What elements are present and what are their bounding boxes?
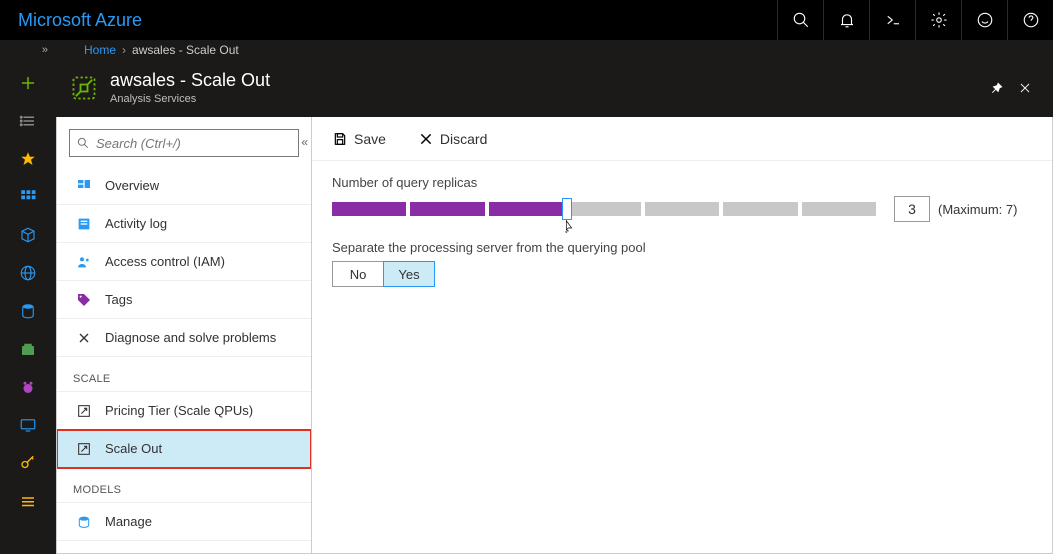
slider-segment bbox=[645, 202, 719, 216]
rail-favorites-icon[interactable] bbox=[0, 140, 56, 178]
save-label: Save bbox=[354, 131, 386, 147]
slider-segment bbox=[489, 202, 563, 216]
replicas-label: Number of query replicas bbox=[332, 175, 1032, 190]
menu-diagnose[interactable]: Diagnose and solve problems bbox=[57, 319, 311, 357]
rail-animal-icon[interactable] bbox=[0, 368, 56, 406]
scale-up-icon bbox=[73, 403, 95, 419]
breadcrumb-current: awsales - Scale Out bbox=[132, 43, 239, 57]
topbar-icons bbox=[777, 0, 1053, 40]
rail-add-icon[interactable] bbox=[0, 64, 56, 102]
command-bar: Save Discard bbox=[312, 117, 1052, 161]
menu-label: Activity log bbox=[105, 216, 167, 231]
help-icon[interactable] bbox=[1007, 0, 1053, 40]
cursor-icon bbox=[561, 216, 577, 236]
save-icon bbox=[332, 131, 348, 147]
gear-icon[interactable] bbox=[915, 0, 961, 40]
search-icon bbox=[76, 136, 90, 150]
scale-out-icon bbox=[73, 441, 95, 457]
menu-pricing-tier[interactable]: Pricing Tier (Scale QPUs) bbox=[57, 392, 311, 430]
menu-label: Manage bbox=[105, 514, 152, 529]
menu-access-control[interactable]: Access control (IAM) bbox=[57, 243, 311, 281]
blade-header: awsales - Scale Out Analysis Services bbox=[56, 60, 1053, 117]
rail-cube-icon[interactable] bbox=[0, 216, 56, 254]
slider-segment bbox=[802, 202, 876, 216]
breadcrumb: Home › awsales - Scale Out bbox=[56, 40, 1053, 60]
menu-label: Pricing Tier (Scale QPUs) bbox=[105, 403, 253, 418]
menu-label: Tags bbox=[105, 292, 132, 307]
sidebar-search[interactable] bbox=[69, 129, 299, 157]
menu-overview[interactable]: Overview bbox=[57, 167, 311, 205]
log-icon bbox=[73, 216, 95, 232]
replicas-slider[interactable] bbox=[332, 202, 880, 216]
rail-monitor-icon[interactable] bbox=[0, 406, 56, 444]
rail-bars-icon[interactable] bbox=[0, 482, 56, 520]
menu-label: Diagnose and solve problems bbox=[105, 330, 276, 345]
overview-icon bbox=[73, 178, 95, 194]
collapse-sidebar-icon[interactable]: « bbox=[297, 133, 312, 151]
menu-section-scale: SCALE bbox=[57, 357, 311, 392]
menu-scale-out[interactable]: Scale Out bbox=[57, 430, 311, 468]
rail-grid-icon[interactable] bbox=[0, 178, 56, 216]
rail-sql-icon[interactable] bbox=[0, 292, 56, 330]
blade-icon bbox=[70, 74, 98, 102]
azure-logo[interactable]: Microsoft Azure bbox=[18, 10, 142, 31]
topbar: Microsoft Azure bbox=[0, 0, 1053, 40]
separate-toggle: No Yes bbox=[332, 261, 1032, 287]
replicas-value[interactable]: 3 bbox=[894, 196, 930, 222]
menu-label: Overview bbox=[105, 178, 159, 193]
discard-button[interactable]: Discard bbox=[412, 125, 493, 153]
db-icon bbox=[73, 514, 95, 530]
expand-rail-icon[interactable]: » bbox=[0, 44, 56, 64]
menu-activity-log[interactable]: Activity log bbox=[57, 205, 311, 243]
tag-icon bbox=[73, 292, 95, 308]
blade-subtitle: Analysis Services bbox=[110, 93, 270, 105]
menu-label: Scale Out bbox=[105, 441, 162, 456]
iam-icon bbox=[73, 254, 95, 270]
breadcrumb-sep: › bbox=[122, 43, 126, 57]
slider-segment bbox=[567, 202, 641, 216]
bell-icon[interactable] bbox=[823, 0, 869, 40]
slider-segment bbox=[332, 202, 406, 216]
left-rail: » bbox=[0, 40, 56, 554]
slider-segment bbox=[410, 202, 484, 216]
menu-tags[interactable]: Tags bbox=[57, 281, 311, 319]
menu-manage[interactable]: Manage bbox=[57, 503, 311, 541]
rail-globe-icon[interactable] bbox=[0, 254, 56, 292]
sidebar-menu: Overview Activity log Access control (IA… bbox=[57, 167, 311, 553]
save-button[interactable]: Save bbox=[326, 125, 392, 153]
separate-label: Separate the processing server from the … bbox=[332, 240, 1032, 255]
close-icon[interactable] bbox=[1011, 74, 1039, 102]
menu-section-models: MODELS bbox=[57, 468, 311, 503]
cloudshell-icon[interactable] bbox=[869, 0, 915, 40]
feedback-icon[interactable] bbox=[961, 0, 1007, 40]
discard-icon bbox=[418, 131, 434, 147]
search-icon[interactable] bbox=[777, 0, 823, 40]
replicas-max: (Maximum: 7) bbox=[938, 202, 1017, 217]
search-input[interactable] bbox=[96, 136, 292, 151]
menu-label: Access control (IAM) bbox=[105, 254, 225, 269]
pin-icon[interactable] bbox=[983, 74, 1011, 102]
sidebar: « Overview Activity log bbox=[56, 117, 312, 554]
toggle-no[interactable]: No bbox=[332, 261, 384, 287]
discard-label: Discard bbox=[440, 131, 487, 147]
rail-key-icon[interactable] bbox=[0, 444, 56, 482]
content-pane: Save Discard Number of query replicas bbox=[312, 117, 1053, 554]
wrench-icon bbox=[73, 330, 95, 346]
breadcrumb-home[interactable]: Home bbox=[84, 43, 116, 57]
rail-list-icon[interactable] bbox=[0, 102, 56, 140]
blade-title: awsales - Scale Out bbox=[110, 70, 270, 91]
rail-storage-icon[interactable] bbox=[0, 330, 56, 368]
toggle-yes[interactable]: Yes bbox=[383, 261, 435, 287]
slider-segment bbox=[723, 202, 797, 216]
